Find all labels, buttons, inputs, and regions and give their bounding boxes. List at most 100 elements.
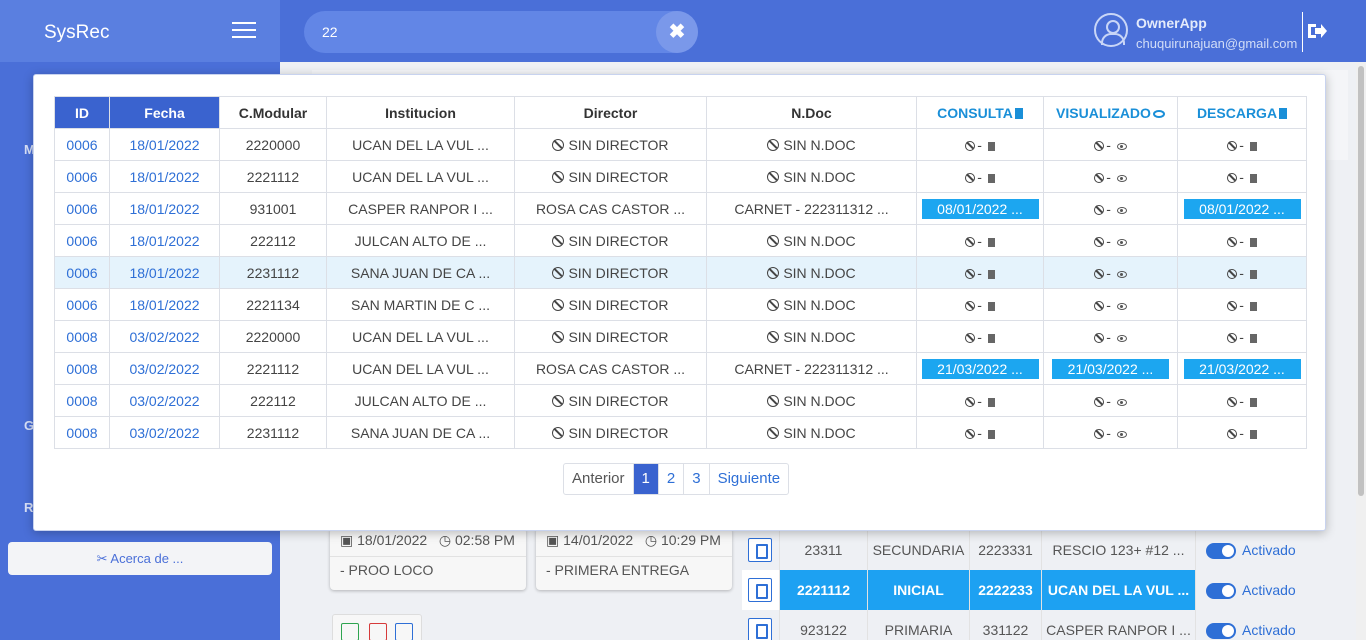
status-toggle[interactable]: [1206, 583, 1236, 599]
cell-director: SIN DIRECTOR: [514, 288, 707, 321]
cell-descarga: -: [1177, 288, 1307, 321]
cell-descarga[interactable]: 21/03/2022 ...: [1177, 352, 1307, 385]
page-scrollbar[interactable]: [1356, 62, 1366, 640]
results-table: ID Fecha C.Modular Institucion Director …: [54, 96, 1307, 449]
cell-fecha[interactable]: 03/02/2022: [109, 320, 220, 353]
cell-fecha[interactable]: 18/01/2022: [109, 128, 220, 161]
director-text: ROSA CAS CASTOR ...: [535, 200, 686, 217]
cell-visualizado: -: [1043, 192, 1178, 225]
pagination-page-button[interactable]: 2: [659, 464, 685, 494]
cell-code: 2221112: [780, 570, 868, 610]
cell-fecha[interactable]: 03/02/2022: [109, 416, 220, 449]
table-row[interactable]: 0006 18/01/2022 2221112 UCAN DEL LA VUL ...…: [54, 160, 1307, 193]
pagination-next-button[interactable]: Siguiente: [710, 464, 789, 494]
clipboard-icon[interactable]: [395, 623, 413, 640]
ndoc-text: SIN N.DOC: [783, 168, 856, 185]
cell-ndoc: CARNET - 222311312 ...: [706, 352, 917, 385]
column-header-director[interactable]: Director: [514, 96, 707, 129]
file-import-icon[interactable]: [748, 578, 772, 602]
delete-icon[interactable]: [369, 623, 387, 640]
column-header-id[interactable]: ID: [54, 96, 110, 129]
director-text: SIN DIRECTOR: [568, 424, 669, 441]
cell-id[interactable]: 0006: [54, 288, 110, 321]
status-toggle[interactable]: [1206, 543, 1236, 559]
cell-id[interactable]: 0006: [54, 160, 110, 193]
cell-modular: 331122: [970, 610, 1042, 640]
ban-icon: [552, 298, 565, 311]
about-button[interactable]: ✂ Acerca de ...: [8, 542, 272, 575]
descarga-status: -: [1239, 296, 1248, 313]
edit-icon[interactable]: [341, 623, 359, 640]
cell-fecha[interactable]: 18/01/2022: [109, 192, 220, 225]
cell-fecha[interactable]: 18/01/2022: [109, 160, 220, 193]
table-row[interactable]: 0008 03/02/2022 2231112 SANA JUAN DE CA ...…: [54, 416, 1307, 449]
table-row[interactable]: 2221112 INICIAL 2222233 UCAN DEL LA VUL …: [742, 570, 1308, 610]
cell-id[interactable]: 0008: [54, 384, 110, 417]
scrollbar-thumb[interactable]: [1358, 66, 1364, 496]
consulta-date-badge[interactable]: 21/03/2022 ...: [921, 358, 1039, 379]
clear-search-button[interactable]: ✖: [656, 11, 698, 53]
cell-id[interactable]: 0006: [54, 256, 110, 289]
table-row[interactable]: 923122 PRIMARIA 331122 CASPER RANPOR I .…: [742, 610, 1308, 640]
file-icon: [987, 237, 995, 247]
cell-fecha[interactable]: 03/02/2022: [109, 352, 220, 385]
ndoc-text: SIN N.DOC: [783, 424, 856, 441]
note-card[interactable]: ▣ 14/01/2022 ◷ 10:29 PM - PRIMERA ENTREG…: [536, 528, 732, 590]
cell-id[interactable]: 0006: [54, 192, 110, 225]
column-header-fecha[interactable]: Fecha: [109, 96, 220, 129]
table-row[interactable]: 0006 18/01/2022 222112 JULCAN ALTO DE ... SI…: [54, 224, 1307, 257]
cell-id[interactable]: 0008: [54, 320, 110, 353]
note-card[interactable]: ▣ 18/01/2022 ◷ 02:58 PM - PROO LOCO: [330, 528, 526, 590]
search-input[interactable]: [322, 21, 622, 43]
visualizado-status: -: [1106, 200, 1115, 217]
menu-toggle-icon[interactable]: [232, 22, 256, 40]
pagination-page-button[interactable]: 3: [684, 464, 710, 494]
column-header-consulta[interactable]: CONSULTA: [916, 96, 1044, 129]
descarga-date-badge[interactable]: 08/01/2022 ...: [1183, 198, 1301, 219]
cell-institucion: SAN MARTIN DE C ...: [326, 288, 515, 321]
column-header-descarga[interactable]: DESCARGA: [1177, 96, 1307, 129]
ban-icon: [1094, 300, 1105, 311]
table-row[interactable]: 0006 18/01/2022 2231112 SANA JUAN DE CA ...…: [54, 256, 1307, 289]
column-header-modular[interactable]: C.Modular: [219, 96, 327, 129]
cell-fecha[interactable]: 18/01/2022: [109, 288, 220, 321]
table-row[interactable]: 0008 03/02/2022 2220000 UCAN DEL LA VUL ...…: [54, 320, 1307, 353]
cell-id[interactable]: 0008: [54, 416, 110, 449]
visualizado-date-badge[interactable]: 21/03/2022 ...: [1052, 358, 1169, 379]
user-avatar-icon[interactable]: [1094, 13, 1128, 47]
note-text: - PROO LOCO: [340, 562, 434, 578]
cell-descarga[interactable]: 08/01/2022 ...: [1177, 192, 1307, 225]
consulta-date-badge[interactable]: 08/01/2022 ...: [921, 198, 1039, 219]
cell-fecha[interactable]: 18/01/2022: [109, 256, 220, 289]
cell-fecha[interactable]: 18/01/2022: [109, 224, 220, 257]
cell-id[interactable]: 0008: [54, 352, 110, 385]
director-text: ROSA CAS CASTOR ...: [535, 360, 686, 377]
consulta-status: -: [977, 392, 986, 409]
file-import-icon[interactable]: [748, 538, 772, 562]
column-header-visualizado[interactable]: VISUALIZADO: [1043, 96, 1178, 129]
pagination-page-button[interactable]: 1: [633, 464, 659, 494]
column-header-institucion[interactable]: Institucion: [326, 96, 515, 129]
table-row[interactable]: 0006 18/01/2022 2220000 UCAN DEL LA VUL ...…: [54, 128, 1307, 161]
cell-consulta[interactable]: 21/03/2022 ...: [916, 352, 1044, 385]
eye-icon: [1116, 398, 1127, 406]
table-row[interactable]: 0008 03/02/2022 2221112 UCAN DEL LA VUL ...…: [54, 352, 1307, 385]
descarga-date-badge[interactable]: 21/03/2022 ...: [1183, 358, 1301, 379]
table-row[interactable]: 0008 03/02/2022 222112 JULCAN ALTO DE ... SI…: [54, 384, 1307, 417]
cell-id[interactable]: 0006: [54, 128, 110, 161]
pagination-prev-button[interactable]: Anterior: [564, 464, 634, 494]
cell-visualizado[interactable]: 21/03/2022 ...: [1043, 352, 1178, 385]
cell-visualizado: -: [1043, 128, 1178, 161]
table-row[interactable]: 23311 SECUNDARIA 2223331 RESCIO 123+ #12…: [742, 530, 1308, 570]
status-toggle[interactable]: [1206, 623, 1236, 639]
table-row[interactable]: 0006 18/01/2022 931001 CASPER RANPOR I ... R…: [54, 192, 1307, 225]
file-import-icon[interactable]: [748, 618, 772, 640]
logout-icon[interactable]: [1306, 20, 1328, 42]
table-row[interactable]: 0006 18/01/2022 2221134 SAN MARTIN DE C ...…: [54, 288, 1307, 321]
cell-consulta[interactable]: 08/01/2022 ...: [916, 192, 1044, 225]
cell-fecha[interactable]: 03/02/2022: [109, 384, 220, 417]
cell-institucion: CASPER RANPOR I ...: [326, 192, 515, 225]
cell-director: SIN DIRECTOR: [514, 416, 707, 449]
cell-id[interactable]: 0006: [54, 224, 110, 257]
column-header-ndoc[interactable]: N.Doc: [706, 96, 917, 129]
